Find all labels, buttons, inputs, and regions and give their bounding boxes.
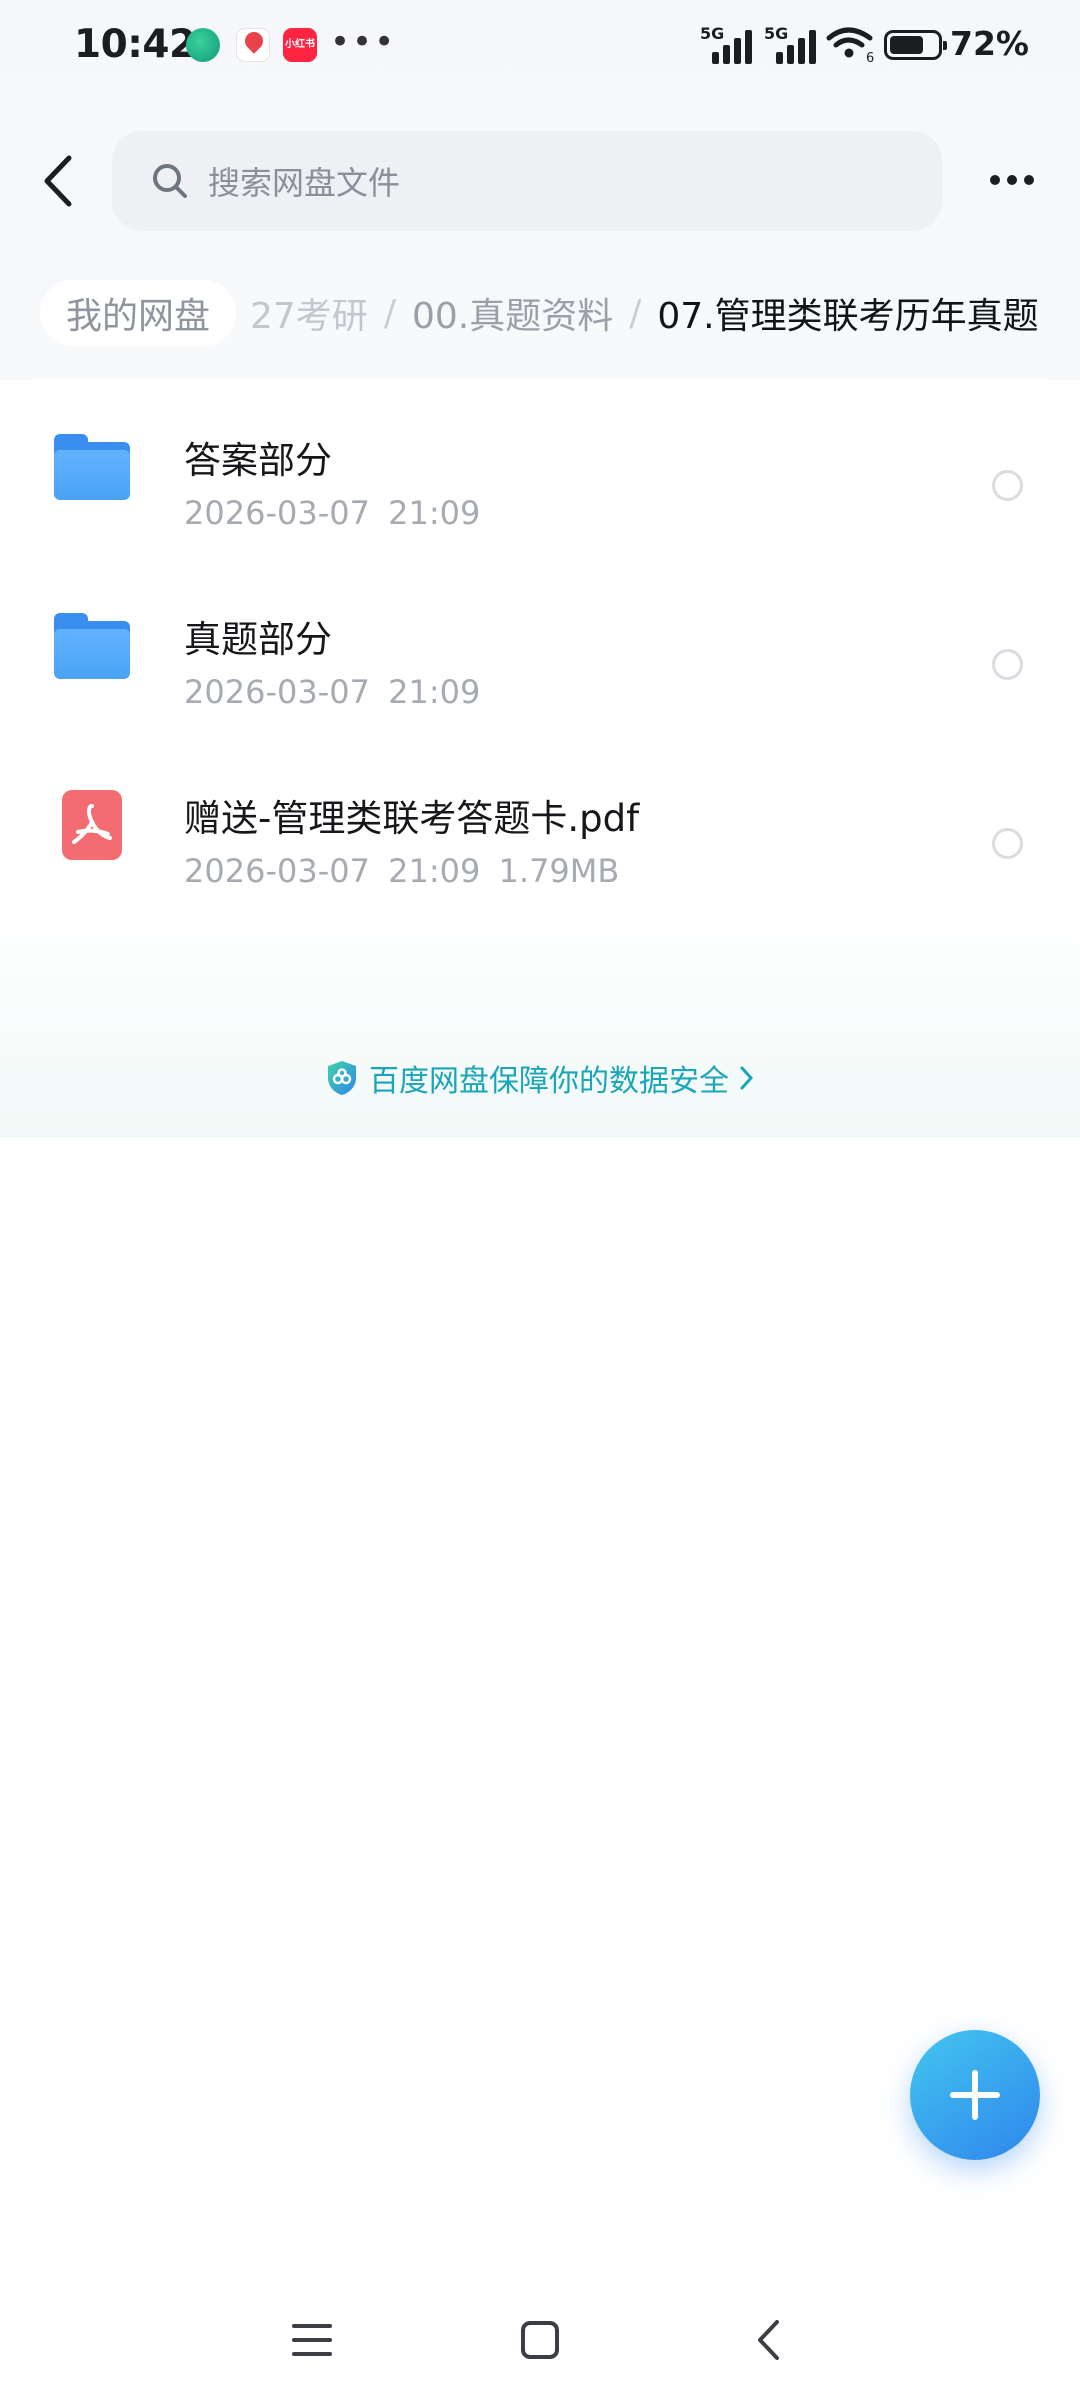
map-pin-icon xyxy=(236,28,270,62)
more-notifications-icon: ••• xyxy=(330,22,397,62)
menu-icon xyxy=(292,2324,332,2356)
security-banner-link[interactable]: 百度网盘保障你的数据安全 xyxy=(0,1052,1080,1104)
battery-fill xyxy=(890,36,923,54)
breadcrumb-root[interactable]: 我的网盘 xyxy=(40,280,237,346)
pdf-file-icon xyxy=(50,782,134,866)
search-icon xyxy=(153,164,187,198)
search-input[interactable]: 搜索网盘文件 xyxy=(112,131,942,231)
file-date: 2026-03-07 xyxy=(184,673,370,711)
file-date: 2026-03-07 xyxy=(184,494,370,532)
file-name: 真题部分 xyxy=(184,618,332,661)
breadcrumb-item[interactable]: 27考研 xyxy=(250,287,368,339)
cellular-signal-icon: 5G xyxy=(700,24,764,64)
screen: 10:42 小红书 ••• 5G 5G 6 72% 搜索网盘文件 我的网盘 27… xyxy=(0,0,1080,2400)
home-button[interactable] xyxy=(500,2310,580,2370)
file-row-folder[interactable]: 答案部分 2026-03-07 21:09 xyxy=(0,378,1080,556)
file-time: 21:09 xyxy=(388,673,481,711)
more-options-button[interactable] xyxy=(980,155,1044,205)
xiaohongshu-icon: 小红书 xyxy=(283,28,317,62)
select-checkbox[interactable] xyxy=(992,649,1023,680)
globe-icon xyxy=(186,28,220,62)
chevron-right-icon xyxy=(740,1066,754,1090)
plus-icon xyxy=(950,2070,1000,2120)
breadcrumb-separator: / xyxy=(383,292,396,334)
cellular-signal-icon: 5G xyxy=(764,24,828,64)
wifi-label: 6 xyxy=(866,51,874,64)
security-banner-text: 百度网盘保障你的数据安全 xyxy=(369,1064,729,1099)
back-button[interactable] xyxy=(30,146,86,216)
file-meta: 2026-03-07 21:09 1.79MB xyxy=(184,852,619,890)
shield-icon xyxy=(328,1061,356,1095)
add-button[interactable] xyxy=(910,2030,1040,2160)
folder-icon xyxy=(50,603,134,687)
breadcrumb: 我的网盘 27考研 / 00.真题资料 / 07.管理类联考历年真题 xyxy=(0,270,1080,360)
file-meta: 2026-03-07 21:09 xyxy=(184,673,480,711)
more-dots-icon xyxy=(990,175,1000,185)
select-checkbox[interactable] xyxy=(992,470,1023,501)
back-chevron-icon xyxy=(44,155,72,207)
file-time: 21:09 xyxy=(388,494,481,532)
file-time: 21:09 xyxy=(388,852,481,890)
status-bar: 10:42 小红书 ••• 5G 5G 6 72% xyxy=(0,0,1080,92)
search-placeholder: 搜索网盘文件 xyxy=(208,164,401,202)
file-row-pdf[interactable]: 赠送-管理类联考答题卡.pdf 2026-03-07 21:09 1.79MB xyxy=(0,736,1080,914)
battery-percent: 72% xyxy=(950,24,1029,63)
wifi-icon: 6 xyxy=(826,27,874,64)
file-name: 赠送-管理类联考答题卡.pdf xyxy=(184,797,640,840)
back-icon xyxy=(758,2320,779,2360)
file-list: 答案部分 2026-03-07 21:09 真题部分 2026-03-07 21… xyxy=(0,378,1080,1138)
status-time: 10:42 xyxy=(74,22,196,67)
home-icon xyxy=(521,2321,559,2359)
system-back-button[interactable] xyxy=(728,2310,808,2370)
select-checkbox[interactable] xyxy=(992,828,1023,859)
recent-apps-button[interactable] xyxy=(272,2310,352,2370)
file-row-folder[interactable]: 真题部分 2026-03-07 21:09 xyxy=(0,557,1080,735)
file-meta: 2026-03-07 21:09 xyxy=(184,494,480,532)
system-nav-bar xyxy=(0,2300,1080,2380)
breadcrumb-current: 07.管理类联考历年真题 xyxy=(657,296,1039,337)
file-date: 2026-03-07 xyxy=(184,852,370,890)
file-name: 答案部分 xyxy=(184,439,332,482)
battery-icon xyxy=(884,30,947,60)
folder-icon xyxy=(50,424,134,508)
breadcrumb-item[interactable]: 00.真题资料 xyxy=(412,287,613,339)
file-size: 1.79MB xyxy=(498,852,620,890)
breadcrumb-separator: / xyxy=(629,292,642,334)
breadcrumb-path: 27考研 / 00.真题资料 / 07.管理类联考历年真题 xyxy=(250,280,1039,346)
